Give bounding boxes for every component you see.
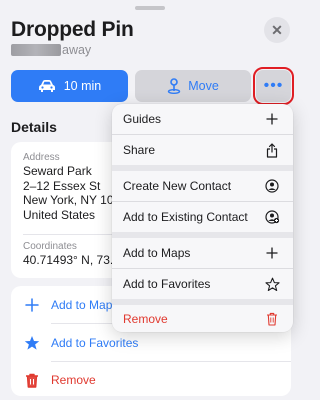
ellipsis-icon: ••• xyxy=(263,77,284,94)
divider xyxy=(51,361,291,362)
menu-item-label: Add to Maps xyxy=(123,246,191,260)
person-circle-icon xyxy=(264,178,280,194)
address-line[interactable]: United States xyxy=(23,208,95,223)
coordinates-label: Coordinates xyxy=(23,241,77,252)
subtitle-suffix: away xyxy=(62,43,92,57)
menu-item-label: Add to Existing Contact xyxy=(123,210,248,224)
person-add-icon xyxy=(264,209,280,225)
share-icon xyxy=(264,142,280,158)
add-to-favorites-action[interactable]: Add to Favorites xyxy=(23,331,138,355)
menu-item-label: Share xyxy=(123,143,156,157)
coordinates-value[interactable]: 40.71493° N, 73. xyxy=(23,253,113,268)
menu-item-add-to-favorites[interactable]: Add to Favorites xyxy=(112,269,293,299)
more-options-menu: Guides Share Create New Contact Add to E… xyxy=(112,104,293,332)
action-label: Remove xyxy=(51,373,96,387)
star-icon xyxy=(264,276,280,292)
plus-icon xyxy=(23,296,41,314)
drive-directions-button[interactable]: 10 min xyxy=(11,70,128,102)
plus-icon xyxy=(264,111,280,127)
action-label: Add to Map xyxy=(51,298,113,312)
menu-item-label: Create New Contact xyxy=(123,179,232,193)
close-icon: ✕ xyxy=(271,21,283,38)
plus-icon xyxy=(264,245,280,261)
move-pin-button[interactable]: Move xyxy=(135,70,251,102)
trash-icon xyxy=(264,311,280,327)
close-button[interactable]: ✕ xyxy=(264,17,290,43)
menu-item-add-existing-contact[interactable]: Add to Existing Contact xyxy=(112,202,293,232)
menu-item-label: Remove xyxy=(123,311,168,326)
menu-item-label: Add to Favorites xyxy=(123,277,211,291)
menu-item-label: Guides xyxy=(123,112,162,126)
menu-item-guides[interactable]: Guides xyxy=(112,104,293,134)
menu-item-create-contact[interactable]: Create New Contact xyxy=(112,171,293,201)
subtitle: away xyxy=(11,42,91,58)
action-label: Add to Favorites xyxy=(51,336,139,350)
more-options-button[interactable]: ••• xyxy=(253,67,294,105)
trash-icon xyxy=(23,371,41,389)
menu-item-share[interactable]: Share xyxy=(112,135,293,165)
remove-action[interactable]: Remove xyxy=(23,368,96,392)
pin-move-icon xyxy=(168,78,181,94)
add-to-map-action[interactable]: Add to Map xyxy=(23,293,112,317)
menu-item-add-to-maps[interactable]: Add to Maps xyxy=(112,238,293,268)
menu-item-remove[interactable]: Remove xyxy=(112,305,293,332)
address-line[interactable]: 2–12 Essex St xyxy=(23,179,100,194)
address-line[interactable]: New York, NY 10 xyxy=(23,193,114,208)
address-line[interactable]: Seward Park xyxy=(23,164,92,179)
move-label: Move xyxy=(188,79,219,93)
address-label: Address xyxy=(23,152,60,163)
car-icon xyxy=(38,80,55,92)
sheet-grabber[interactable] xyxy=(135,6,165,10)
star-icon xyxy=(23,334,41,352)
page-title: Dropped Pin xyxy=(11,18,134,41)
details-header: Details xyxy=(11,119,57,135)
drive-time-label: 10 min xyxy=(63,79,102,93)
redacted-distance xyxy=(11,44,61,56)
